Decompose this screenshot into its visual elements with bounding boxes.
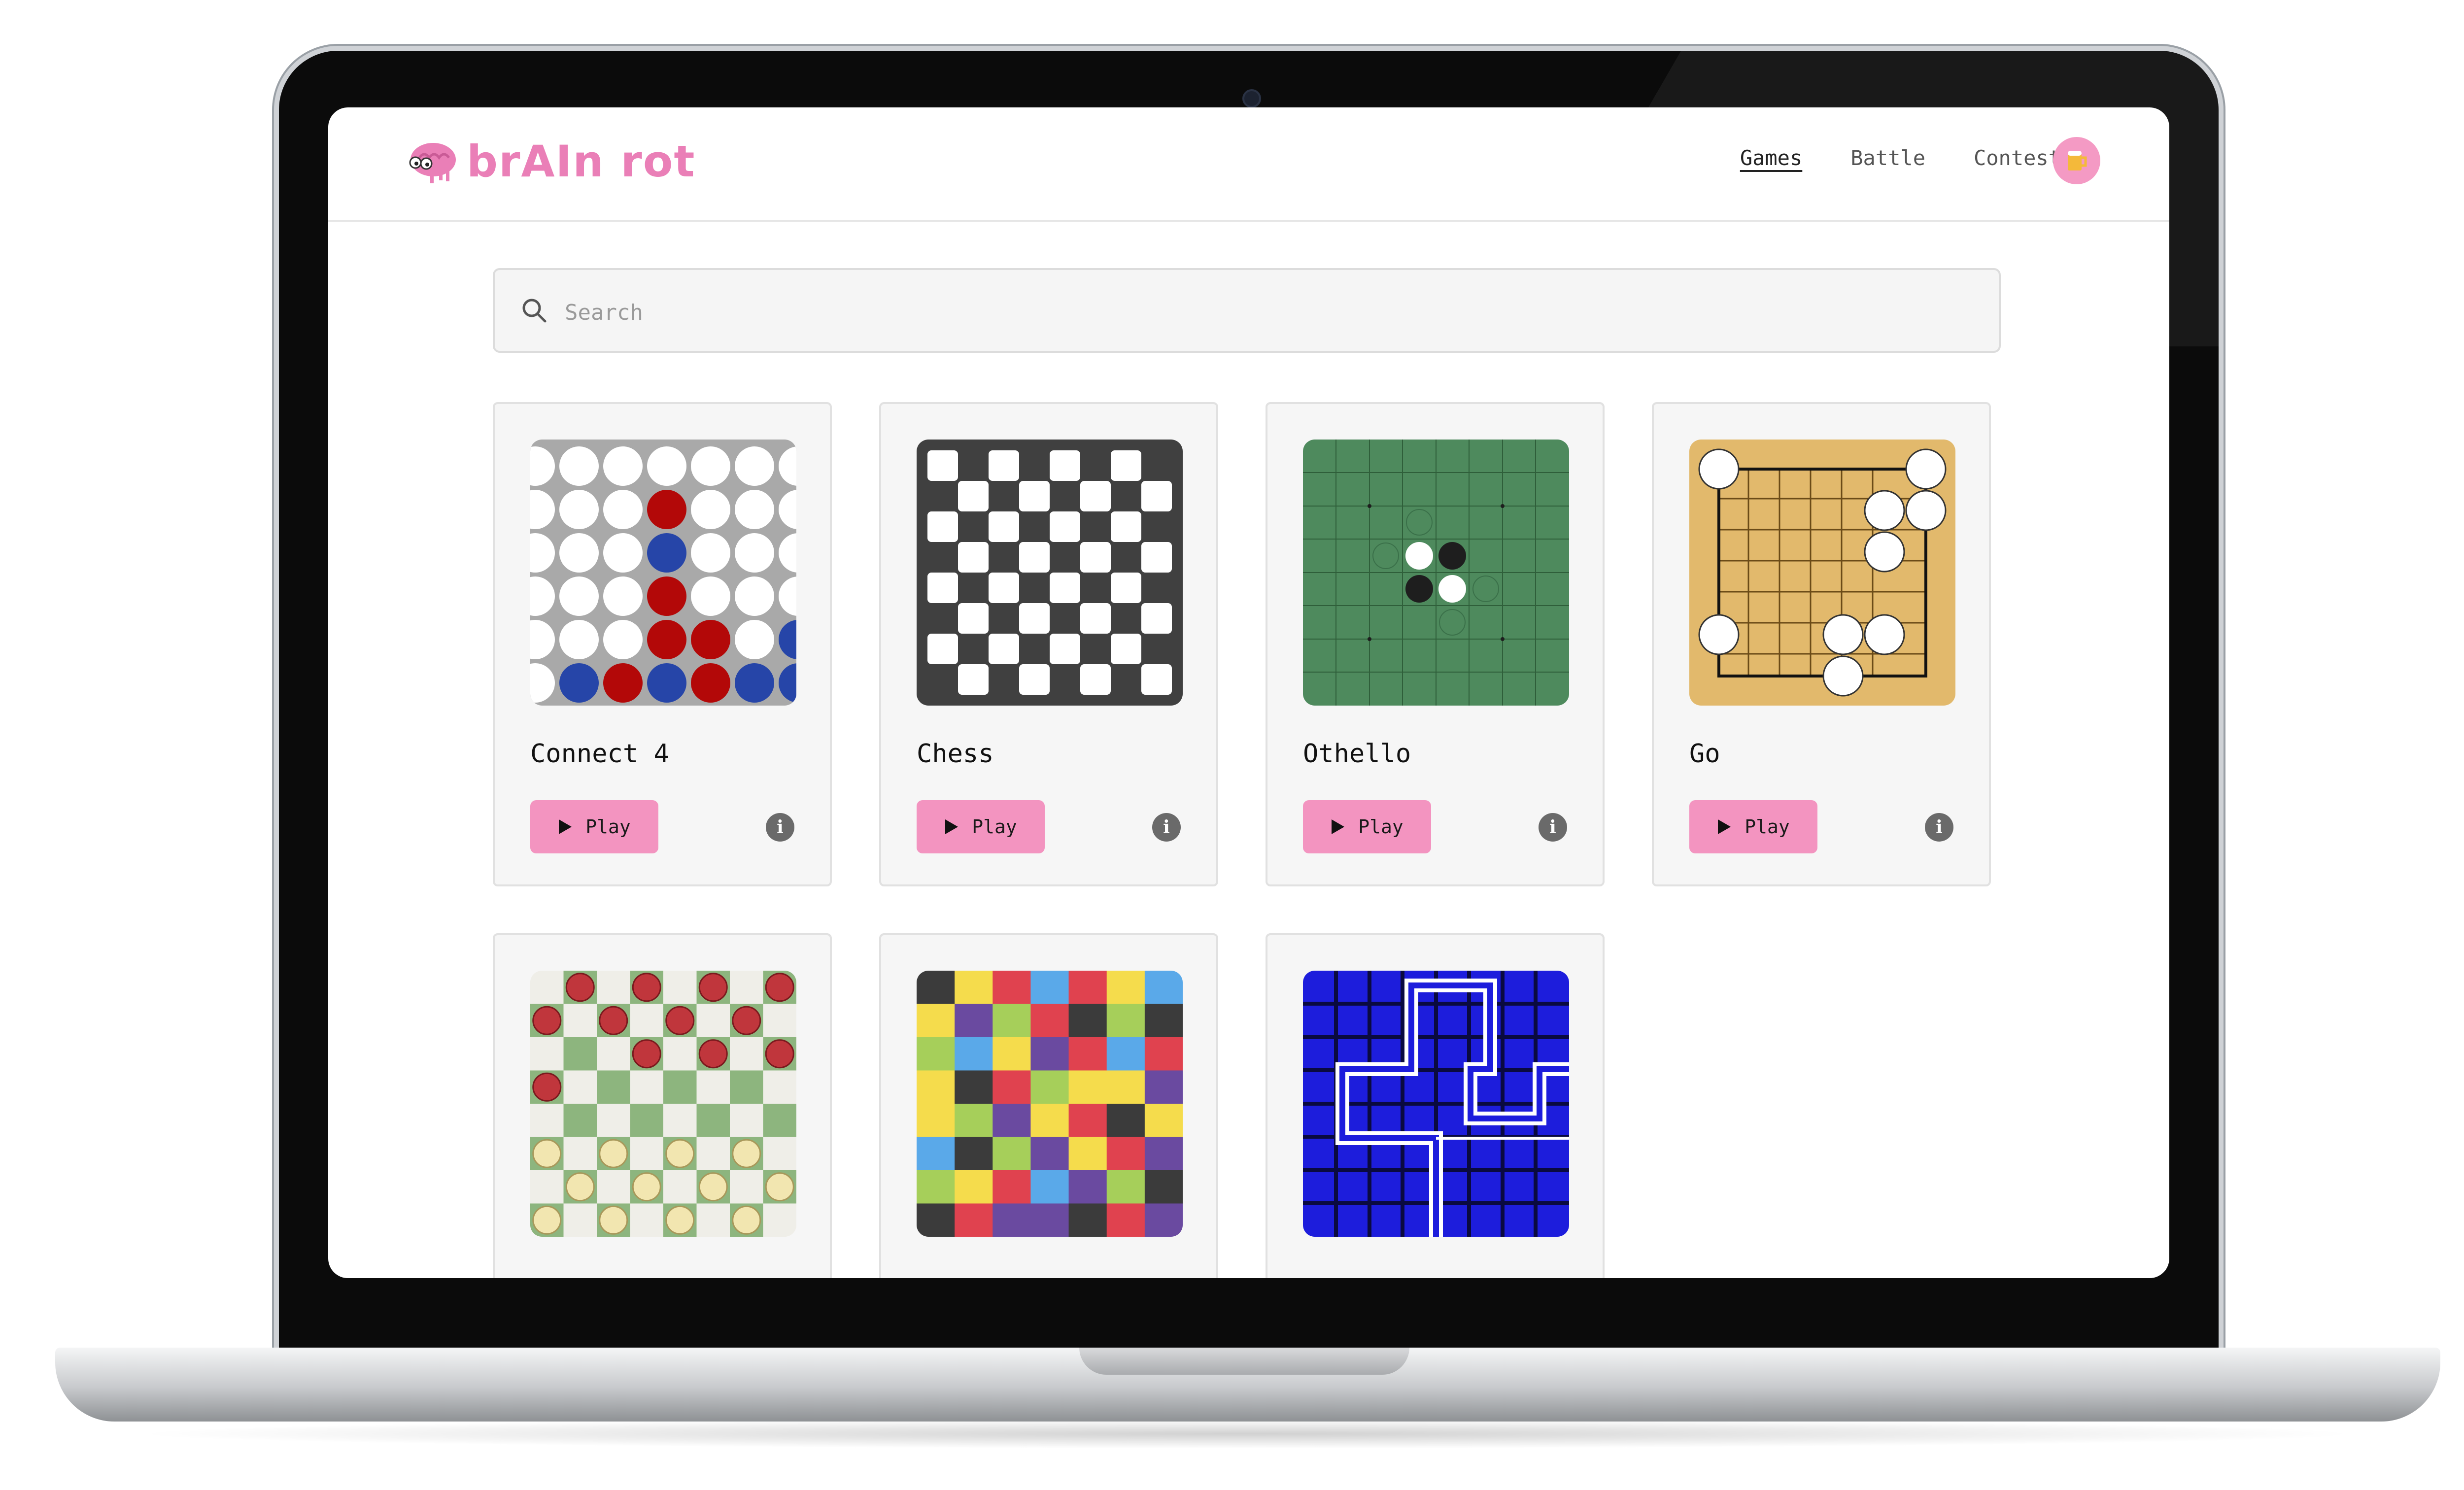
play-icon: [1718, 819, 1731, 834]
search-bar[interactable]: [493, 268, 2001, 353]
app-screen: brAIn rot Games Battle Contest Connect 4: [328, 107, 2169, 1278]
info-icon[interactable]: i: [1539, 813, 1567, 842]
laptop-notch: [1079, 1348, 1409, 1375]
avatar[interactable]: [2053, 137, 2100, 184]
game-card-tron: [1266, 933, 1605, 1278]
info-icon[interactable]: i: [766, 813, 794, 842]
go-thumbnail[interactable]: [1689, 440, 1955, 706]
play-button[interactable]: Play: [917, 800, 1045, 853]
logo-text: brAIn rot: [467, 136, 696, 187]
logo[interactable]: brAIn rot: [405, 136, 695, 187]
beer-mug-icon: [2068, 151, 2087, 170]
webcam: [1242, 89, 1261, 108]
top-header: brAIn rot Games Battle Contest: [328, 107, 2169, 222]
game-card-color-grid: [879, 933, 1218, 1278]
othello-thumbnail[interactable]: [1303, 440, 1569, 706]
checkers-thumbnail[interactable]: [530, 971, 796, 1237]
game-card-othello: Othello Play i: [1266, 402, 1605, 886]
laptop-shadow: [128, 1419, 2365, 1449]
nav-contest[interactable]: Contest: [1974, 146, 2061, 170]
tron-thumbnail[interactable]: [1303, 971, 1569, 1237]
connect-four-thumbnail[interactable]: [530, 440, 796, 706]
nav-battle[interactable]: Battle: [1850, 146, 1925, 170]
info-icon[interactable]: i: [1152, 813, 1181, 842]
game-title: Go: [1689, 739, 1720, 769]
search-icon: [522, 299, 547, 323]
game-card-checkers: [493, 933, 832, 1278]
top-nav: Games Battle Contest: [1740, 146, 2061, 170]
play-button[interactable]: Play: [1303, 800, 1431, 853]
game-card-chess: Chess Play i: [879, 402, 1218, 886]
brain-icon: [409, 142, 456, 183]
play-icon: [559, 819, 572, 834]
nav-games[interactable]: Games: [1740, 146, 1802, 170]
game-card-go: Go Play i: [1652, 402, 1991, 886]
chess-thumbnail[interactable]: [917, 440, 1183, 706]
play-icon: [945, 819, 958, 834]
play-icon: [1332, 819, 1345, 834]
game-title: Chess: [917, 739, 994, 769]
game-title: Connect 4: [530, 739, 669, 769]
game-title: Othello: [1303, 739, 1411, 769]
color-grid-thumbnail[interactable]: [917, 971, 1183, 1237]
search-input[interactable]: [564, 290, 1946, 335]
info-icon[interactable]: i: [1925, 813, 1953, 842]
play-button[interactable]: Play: [1689, 800, 1817, 853]
game-card-connect-4: Connect 4 Play i: [493, 402, 832, 886]
play-button[interactable]: Play: [530, 800, 658, 853]
